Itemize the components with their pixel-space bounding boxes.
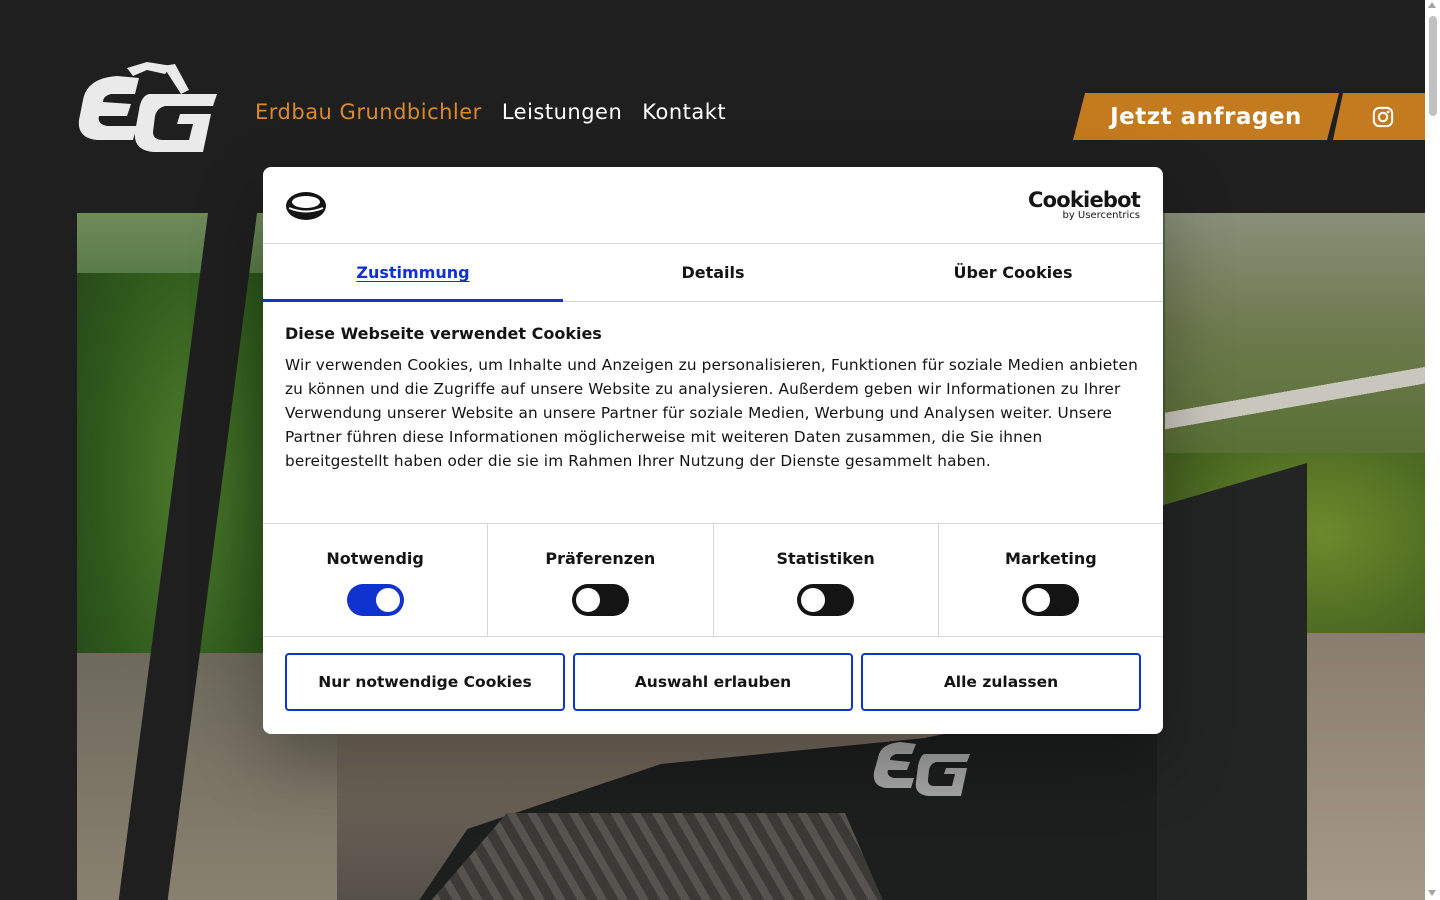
toggle-label-notwendig: Notwendig (326, 549, 424, 568)
instagram-button[interactable] (1333, 93, 1425, 140)
toggle-group-praeferenzen: Präferenzen (488, 524, 714, 636)
toggle-label-marketing: Marketing (1005, 549, 1097, 568)
toggle-group-marketing: Marketing (939, 524, 1163, 636)
toggle-praeferenzen[interactable] (571, 584, 629, 616)
nav-link-home[interactable]: Erdbau Grundbichler (255, 100, 482, 124)
dialog-buttons: Nur notwendige Cookies Auswahl erlauben … (263, 637, 1163, 711)
necessary-only-button[interactable]: Nur notwendige Cookies (285, 653, 565, 711)
dialog-header: Cookiebot by Usercentrics (263, 167, 1163, 244)
scroll-thumb[interactable] (1429, 16, 1437, 116)
toggle-notwendig[interactable] (346, 584, 404, 616)
cookiebot-logo[interactable]: Cookiebot by Usercentrics (1028, 188, 1141, 221)
toggle-label-praeferenzen: Präferenzen (545, 549, 656, 568)
instagram-icon (1372, 106, 1394, 127)
machine-logo-decal (873, 742, 970, 796)
allow-selection-button[interactable]: Auswahl erlauben (573, 653, 853, 711)
tab-details[interactable]: Details (563, 244, 863, 301)
scroll-down-arrow[interactable] (1428, 890, 1436, 896)
page-scrollbar[interactable] (1425, 0, 1440, 900)
cookie-logo-icon (286, 192, 326, 220)
toggle-label-statistiken: Statistiken (776, 549, 875, 568)
toggle-statistiken[interactable] (797, 584, 855, 616)
nav-link-kontakt[interactable]: Kontakt (642, 100, 726, 124)
toggle-group-notwendig: Notwendig (263, 524, 489, 636)
tab-zustimmung[interactable]: Zustimmung (263, 244, 563, 302)
allow-all-button[interactable]: Alle zulassen (861, 653, 1141, 711)
dialog-description: Wir verwenden Cookies, um Inhalte und An… (285, 356, 1138, 470)
cookiebot-byline: by Usercentrics (1062, 210, 1140, 221)
main-navigation: Erdbau Grundbichler Leistungen Kontakt (255, 100, 726, 124)
toggle-marketing[interactable] (1022, 584, 1080, 616)
tab-ueber-cookies[interactable]: Über Cookies (863, 244, 1163, 301)
consent-toggles: Notwendig Präferenzen Statistiken Market… (263, 523, 1163, 637)
toggle-group-statistiken: Statistiken (714, 524, 939, 636)
cookiebot-name: Cookiebot (1028, 188, 1141, 212)
cookie-consent-dialog: Cookiebot by Usercentrics Zustimmung Det… (263, 167, 1163, 734)
nav-link-leistungen[interactable]: Leistungen (502, 100, 622, 124)
eg-logo[interactable] (77, 60, 222, 155)
dialog-tabs: Zustimmung Details Über Cookies (263, 244, 1163, 302)
dialog-heading: Diese Webseite verwendet Cookies (285, 324, 602, 343)
dialog-body: Diese Webseite verwendet Cookies Wir ver… (263, 302, 1163, 523)
request-button[interactable]: Jetzt anfragen (1073, 93, 1339, 140)
hero-excavator-body (1157, 463, 1307, 900)
scroll-up-arrow[interactable] (1428, 2, 1436, 8)
